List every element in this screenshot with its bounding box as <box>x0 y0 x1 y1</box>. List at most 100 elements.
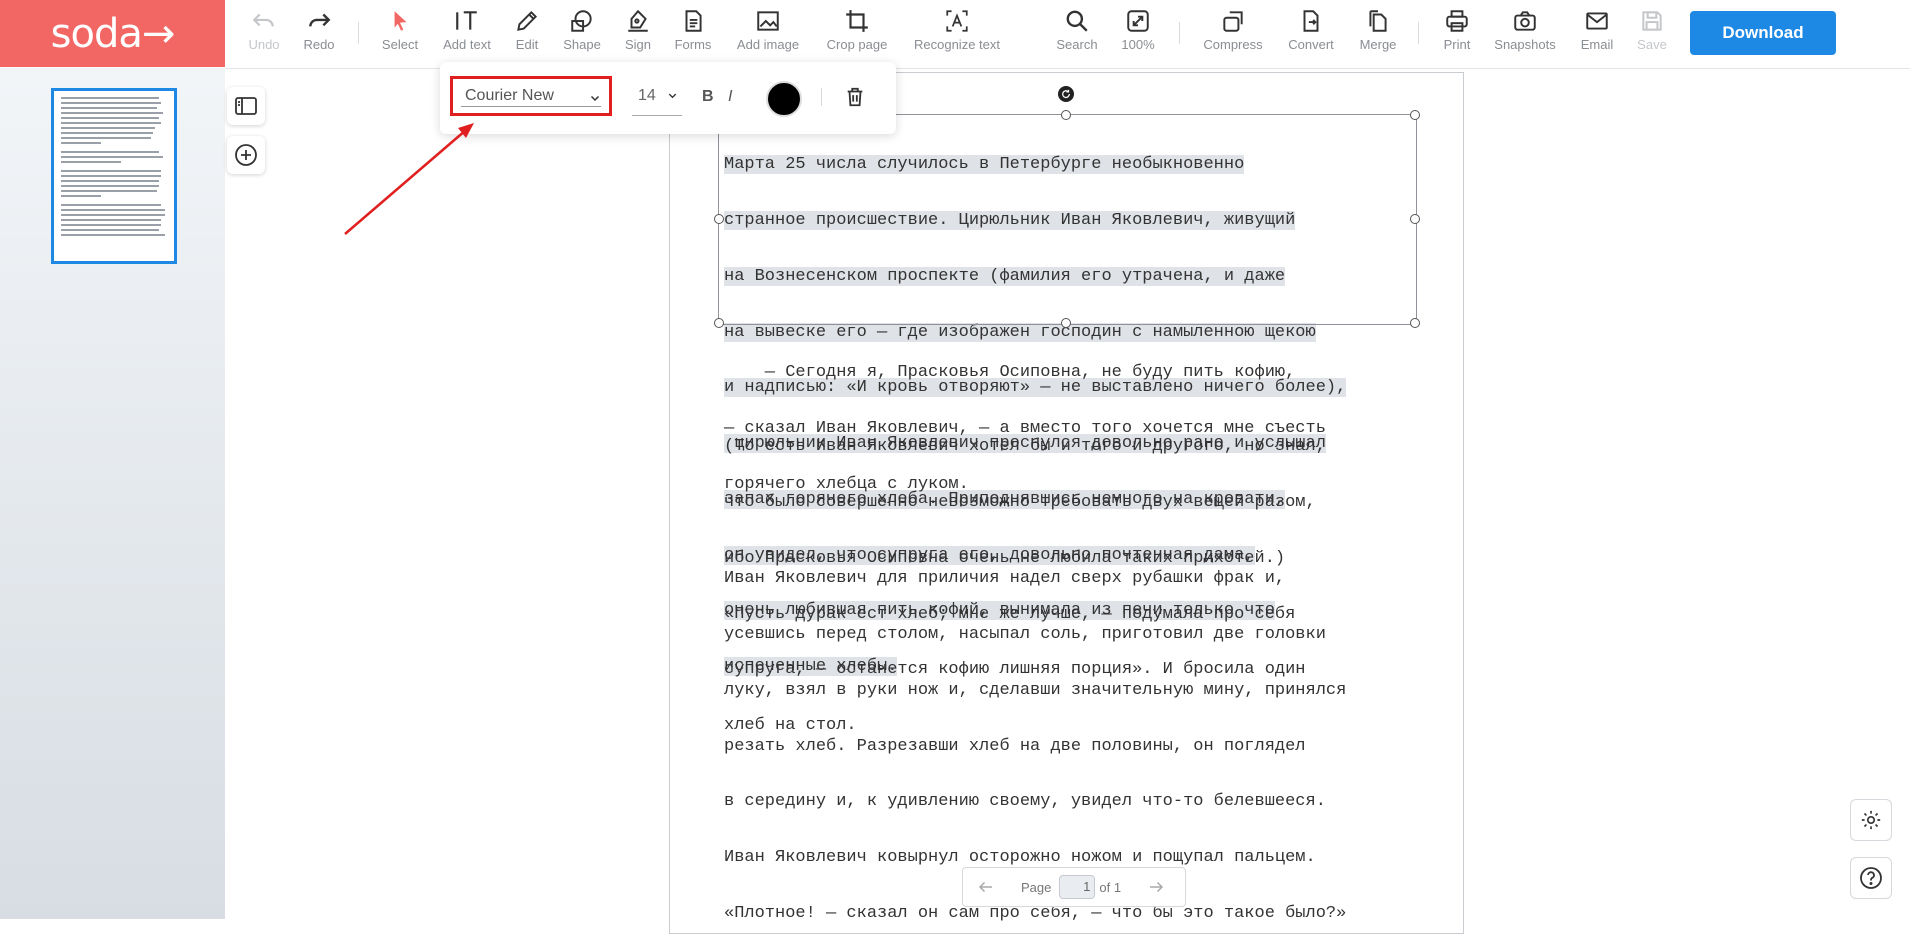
resize-handle[interactable] <box>1410 110 1420 120</box>
recognize-text-label: Recognize text <box>914 37 1000 52</box>
select-underline <box>461 106 601 107</box>
print-label: Print <box>1443 37 1471 52</box>
font-size-select[interactable]: 14 <box>632 76 682 116</box>
redo-label: Redo <box>303 37 335 52</box>
logo[interactable]: soda→ <box>0 0 225 67</box>
text-line: Иван Яковлевич для приличия надел сверх … <box>724 569 1286 589</box>
help-icon <box>1860 867 1882 889</box>
zoom-level-label: 100% <box>1121 37 1155 52</box>
text-line: (То есть Иван Яковлевич хотел бы и того … <box>724 437 1326 457</box>
toolbar-divider <box>358 22 359 44</box>
font-family-value: Courier New <box>465 87 554 104</box>
crop-icon <box>846 10 868 32</box>
italic-button[interactable]: I <box>728 88 732 106</box>
save-button[interactable]: Save <box>1612 8 1692 52</box>
add-image-label: Add image <box>736 37 800 52</box>
convert-icon <box>1303 10 1319 32</box>
edit-label: Edit <box>515 37 539 52</box>
search-icon <box>1066 10 1088 32</box>
selection-box[interactable] <box>718 114 1417 325</box>
forms-button[interactable]: Forms <box>653 8 733 52</box>
page-thumbnail[interactable] <box>51 88 177 264</box>
bold-button[interactable]: B <box>702 88 714 106</box>
add-page-button[interactable] <box>227 136 265 174</box>
resize-handle[interactable] <box>1061 110 1071 120</box>
resize-handle[interactable] <box>1410 214 1420 224</box>
help-button[interactable] <box>1850 857 1892 899</box>
snapshots-button[interactable]: Snapshots <box>1485 8 1565 52</box>
resize-handle[interactable] <box>714 214 724 224</box>
text-line: усевшись перед столом, насыпал соль, при… <box>724 624 1326 644</box>
page-total: of 1 <box>1099 879 1122 895</box>
redo-icon <box>309 13 331 27</box>
crop-page-label: Crop page <box>826 37 888 52</box>
text-line: — Сегодня я, Прасковья Осиповна, не буду… <box>724 363 1296 383</box>
text-line: Иван Яковлевич ковырнул осторожно ножом … <box>724 848 1316 868</box>
text-line: луку, взял в руки нож и, сделавши значит… <box>724 680 1347 700</box>
add-text-icon <box>456 11 477 30</box>
sign-label: Sign <box>624 37 652 52</box>
printer-icon <box>1446 10 1468 32</box>
forms-label: Forms <box>674 37 712 52</box>
search-label: Search <box>1056 37 1098 52</box>
recognize-text-button[interactable]: Recognize text <box>914 8 1000 52</box>
convert-label: Convert <box>1288 37 1334 52</box>
save-label: Save <box>1637 37 1667 52</box>
toolbar-divider <box>821 88 822 106</box>
envelope-icon <box>1586 12 1608 30</box>
toolbar-divider <box>1179 22 1180 44</box>
floppy-icon <box>1642 11 1662 31</box>
cursor-icon <box>394 11 407 31</box>
ocr-icon <box>946 10 968 32</box>
trash-icon <box>847 87 863 107</box>
zoom-icon <box>1127 10 1149 32</box>
form-icon <box>685 10 702 32</box>
chevron-down-icon <box>668 93 677 99</box>
text-line: в середину и, к удивлению своему, увидел… <box>724 792 1326 812</box>
delete-button[interactable] <box>844 86 866 113</box>
shape-icon <box>571 10 592 32</box>
gear-icon <box>1861 810 1881 830</box>
text-color-button[interactable] <box>766 81 802 117</box>
settings-button[interactable] <box>1850 799 1892 841</box>
resize-handle[interactable] <box>1410 318 1420 328</box>
pen-nib-icon <box>628 9 648 32</box>
sidebar-icon <box>235 97 257 115</box>
zoom-button[interactable]: 100% <box>1098 8 1178 52</box>
merge-icon <box>1369 10 1387 32</box>
crop-page-button[interactable]: Crop page <box>817 8 897 52</box>
text-format-toolbar: Courier New 14 B I <box>440 62 896 134</box>
text-line: «Плотное! — сказал он сам про себя, — чт… <box>724 903 1347 923</box>
compress-icon <box>1223 11 1243 32</box>
add-image-button[interactable]: Add image <box>728 8 808 52</box>
page-label: Page <box>1021 879 1052 895</box>
add-text-label: Add text <box>443 37 491 52</box>
rotate-handle[interactable] <box>1058 86 1074 102</box>
next-page-icon[interactable] <box>1147 878 1165 896</box>
undo-label: Undo <box>248 37 280 52</box>
email-label: Email <box>1580 37 1614 52</box>
page-navigator: Page 1 of 1 <box>962 867 1186 907</box>
text-line: что было совершенно невозможно требовать… <box>724 492 1316 512</box>
top-toolbar: soda→ Undo Redo Select Add text Edit Sha… <box>0 0 1910 69</box>
prev-page-icon[interactable] <box>977 878 995 896</box>
toggle-sidebar-button[interactable] <box>227 87 265 125</box>
logo-text: soda→ <box>50 10 176 57</box>
rotate-icon <box>1062 89 1070 98</box>
compress-label: Compress <box>1203 37 1263 52</box>
select-label: Select <box>381 37 419 52</box>
font-family-select[interactable]: Courier New <box>450 76 612 116</box>
chevron-down-icon <box>590 95 600 102</box>
page-number-input[interactable]: 1 <box>1059 875 1096 899</box>
plus-circle-icon <box>235 144 257 166</box>
font-size-value: 14 <box>638 86 656 104</box>
merge-button[interactable]: Merge <box>1338 8 1418 52</box>
resize-handle[interactable] <box>714 318 724 328</box>
image-icon <box>757 11 779 31</box>
pencil-icon <box>517 10 538 31</box>
undo-icon <box>252 13 274 27</box>
redo-button[interactable]: Redo <box>279 8 359 52</box>
shape-label: Shape <box>563 37 601 52</box>
download-button[interactable]: Download <box>1690 11 1836 55</box>
compress-button[interactable]: Compress <box>1193 8 1273 52</box>
